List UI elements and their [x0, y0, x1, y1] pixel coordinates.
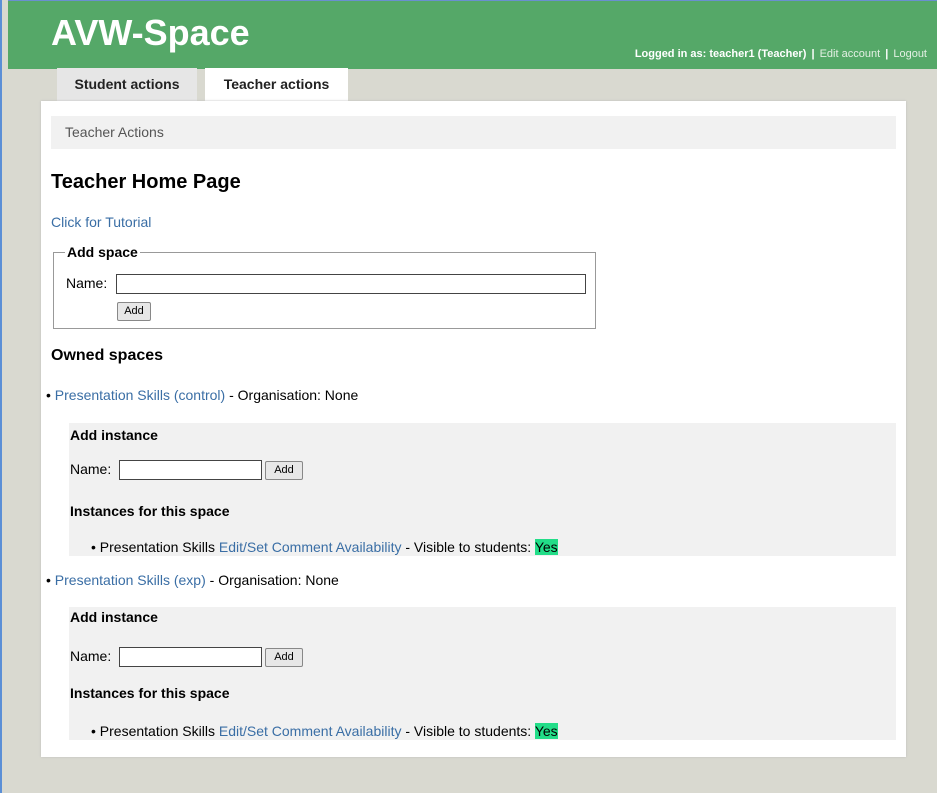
instance-name: Presentation Skills: [99, 723, 215, 739]
instance-item: • Presentation Skills Edit/Set Comment A…: [91, 539, 558, 555]
space-instance-box: Add instance Name: Add Instances for thi…: [69, 607, 896, 740]
window-left-edge: [0, 0, 2, 793]
space-item: • Presentation Skills (control) - Organi…: [46, 387, 358, 403]
edit-comment-availability-link[interactable]: Edit/Set Comment Availability: [219, 723, 402, 739]
site-header: AVW-Space Logged in as: teacher1 (Teache…: [8, 0, 937, 69]
tab-teacher-actions[interactable]: Teacher actions: [205, 68, 348, 101]
add-space-legend: Add space: [65, 244, 140, 260]
add-space-fieldset: Add space Name: Add: [53, 244, 596, 329]
main-panel: Teacher Actions Teacher Home Page Click …: [41, 101, 906, 757]
bullet: •: [91, 723, 96, 739]
bullet: •: [91, 539, 96, 555]
visible-label: - Visible to students:: [401, 723, 535, 739]
space-item: • Presentation Skills (exp) - Organisati…: [46, 572, 339, 588]
edit-account-link[interactable]: Edit account: [820, 48, 881, 60]
separator: |: [811, 48, 815, 60]
separator: |: [885, 48, 889, 60]
space-organisation: - Organisation: None: [205, 572, 339, 588]
space-organisation: - Organisation: None: [225, 387, 359, 403]
add-instance-name-label: Name:: [70, 461, 112, 477]
visible-status-badge: Yes: [534, 539, 558, 555]
space-link[interactable]: Presentation Skills (control): [55, 387, 225, 403]
add-instance-name-label: Name:: [70, 648, 112, 664]
instance-name: Presentation Skills: [99, 539, 215, 555]
add-space-button[interactable]: Add: [117, 302, 151, 321]
add-instance-name-input[interactable]: [119, 647, 262, 667]
add-instance-button[interactable]: Add: [265, 461, 303, 480]
space-link[interactable]: Presentation Skills (exp): [55, 572, 206, 588]
instances-title: Instances for this space: [70, 685, 230, 701]
user-bar: Logged in as: teacher1 (Teacher) | Edit …: [635, 48, 927, 60]
add-instance-name-input[interactable]: [119, 460, 262, 480]
page-title: Teacher Home Page: [51, 171, 241, 193]
breadcrumb: Teacher Actions: [51, 116, 896, 149]
add-instance-button[interactable]: Add: [265, 648, 303, 667]
bullet: •: [46, 387, 51, 403]
visible-status-badge: Yes: [534, 723, 558, 739]
instance-item: • Presentation Skills Edit/Set Comment A…: [91, 723, 558, 739]
logged-in-text: Logged in as: teacher1 (Teacher): [634, 48, 807, 60]
owned-spaces-heading: Owned spaces: [51, 347, 164, 364]
visible-label: - Visible to students:: [401, 539, 535, 555]
instances-title: Instances for this space: [70, 503, 230, 519]
add-instance-title: Add instance: [70, 609, 158, 625]
add-space-name-label: Name:: [66, 275, 108, 291]
space-instance-box: Add instance Name: Add Instances for thi…: [69, 423, 896, 556]
bullet: •: [46, 572, 51, 588]
tutorial-link[interactable]: Click for Tutorial: [51, 214, 151, 230]
logout-link[interactable]: Logout: [893, 48, 927, 60]
add-space-name-input[interactable]: [116, 274, 586, 294]
site-title[interactable]: AVW-Space: [51, 13, 250, 53]
edit-comment-availability-link[interactable]: Edit/Set Comment Availability: [219, 539, 402, 555]
tab-student-actions[interactable]: Student actions: [57, 68, 197, 101]
add-instance-title: Add instance: [70, 427, 158, 443]
